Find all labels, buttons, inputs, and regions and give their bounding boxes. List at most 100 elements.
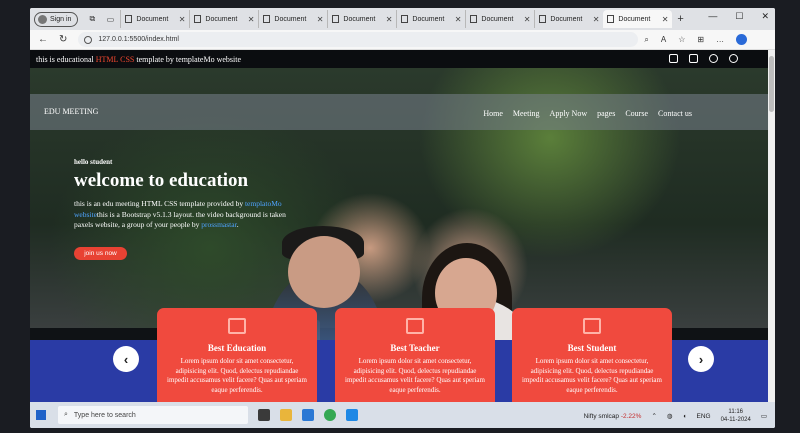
tab-document-active[interactable]: Document ✕ <box>603 10 673 28</box>
carousel-prev-button[interactable]: ‹ <box>113 346 139 372</box>
favorite-icon[interactable]: ☆ <box>678 35 685 44</box>
menu-item-course[interactable]: Course <box>625 109 648 118</box>
whatsapp-icon[interactable] <box>709 54 718 63</box>
hero-section: EDU MEETING Home Meeting Apply Now pages… <box>30 68 768 402</box>
tab-document-7[interactable]: Document ✕ <box>534 10 603 28</box>
stock-widget[interactable]: Nifty smlcap -2.22% <box>584 413 642 420</box>
menu-item-contact[interactable]: Contact us <box>658 109 692 118</box>
tab-document-4[interactable]: Document ✕ <box>327 10 396 28</box>
mail-icon[interactable] <box>302 409 314 421</box>
sign-in-label: Sign in <box>50 15 72 23</box>
menu-item-meeting[interactable]: Meeting <box>513 109 540 118</box>
close-icon[interactable]: ✕ <box>248 15 255 24</box>
site-info-icon[interactable] <box>84 35 93 44</box>
tray-chevron-icon[interactable]: ⌃ <box>651 412 656 420</box>
url-field[interactable]: 127.0.0.1:5500/index.html <box>78 32 639 47</box>
card-best-teacher[interactable]: Best Teacher Lorem ipsum dolor sit amet … <box>335 308 495 402</box>
windows-taskbar: ⌕ Type here to search Nifty smlcap -2.22… <box>30 402 775 428</box>
file-explorer-icon[interactable] <box>280 409 292 421</box>
new-tab-icon[interactable]: + <box>677 13 683 25</box>
card-title: Best Teacher <box>390 343 440 353</box>
vscode-icon[interactable] <box>346 409 358 421</box>
tab-document-5[interactable]: Document ✕ <box>396 10 465 28</box>
collections-icon[interactable]: ⊞ <box>697 35 704 44</box>
notification-icon[interactable]: ▭ <box>761 412 767 420</box>
close-window-icon[interactable]: ✕ <box>761 11 769 22</box>
windows-start-icon[interactable] <box>36 410 46 420</box>
menu-item-apply-now[interactable]: Apply Now <box>550 109 588 118</box>
carousel-next-button[interactable]: › <box>688 346 714 372</box>
prossmastar-link[interactable]: prossmastar <box>201 220 236 229</box>
hero-kicker: hello student <box>74 158 113 166</box>
top-strip: this is educational HTML CSS template by… <box>30 50 768 68</box>
scrollbar-thumb[interactable] <box>769 56 774 112</box>
instagram-icon[interactable] <box>669 54 678 63</box>
language-indicator[interactable]: ENG <box>697 413 711 420</box>
search-icon: ⌕ <box>64 411 68 418</box>
close-icon[interactable]: ✕ <box>662 15 669 24</box>
system-tray: Nifty smlcap -2.22% ⌃ ◍ ◖ ENG 11:16 04-1… <box>584 408 767 424</box>
card-title: Best Education <box>207 343 267 353</box>
document-icon <box>194 15 202 23</box>
hero-title: welcome to education <box>74 170 249 191</box>
hero-photo-boy-face <box>288 236 360 308</box>
card-text: Lorem ipsum dolor sit amet consectetur, … <box>167 357 307 394</box>
network-icon[interactable]: ◍ <box>667 412 673 420</box>
menu-item-pages[interactable]: pages <box>597 109 615 118</box>
zoom-icon[interactable]: ⌕ <box>644 35 648 45</box>
tab-document-2[interactable]: Document ✕ <box>189 10 258 28</box>
tab-document-6[interactable]: Document ✕ <box>465 10 534 28</box>
page-viewport: this is educational HTML CSS template by… <box>30 50 768 402</box>
minimize-icon[interactable]: — <box>708 11 717 22</box>
close-icon[interactable]: ✕ <box>593 15 600 24</box>
page-scrollbar[interactable] <box>768 50 775 402</box>
sign-in-button[interactable]: Sign in <box>34 11 79 27</box>
join-us-button[interactable]: join us now <box>74 247 127 260</box>
taskbar-search[interactable]: ⌕ Type here to search <box>58 406 248 424</box>
workspaces-icon[interactable]: ⧉ <box>84 11 100 27</box>
document-icon <box>470 15 478 23</box>
document-icon <box>607 15 615 23</box>
site-brand[interactable]: EDU MEETING <box>44 107 98 116</box>
back-icon[interactable]: ← <box>38 34 48 45</box>
monitor-screen: Sign in ⧉ ▭ Document ✕ Document ✕ Document… <box>30 8 775 428</box>
close-icon[interactable]: ✕ <box>386 15 393 24</box>
social-links <box>669 54 738 63</box>
refresh-icon[interactable]: ↻ <box>59 34 67 45</box>
building-icon <box>406 318 424 334</box>
card-best-education[interactable]: Best Education Lorem ipsum dolor sit ame… <box>157 308 317 402</box>
card-best-student[interactable]: Best Student Lorem ipsum dolor sit amet … <box>512 308 672 402</box>
read-aloud-icon[interactable]: A <box>661 35 666 44</box>
tab-actions-icon[interactable]: ▭ <box>102 11 118 27</box>
tab-document-1[interactable]: Document ✕ <box>120 10 189 28</box>
document-icon <box>539 15 547 23</box>
menu-item-home[interactable]: Home <box>483 109 503 118</box>
task-view-icon[interactable] <box>258 409 270 421</box>
taskbar-clock[interactable]: 11:16 04-11-2024 <box>721 408 751 424</box>
linkedin-icon[interactable] <box>689 54 698 63</box>
close-icon[interactable]: ✕ <box>524 15 531 24</box>
building-icon <box>228 318 246 334</box>
volume-icon[interactable]: ◖ <box>683 413 687 420</box>
close-icon[interactable]: ✕ <box>179 15 186 24</box>
chrome-icon[interactable] <box>324 409 336 421</box>
hero-description: this is an edu meeting HTML CSS template… <box>74 199 286 229</box>
document-icon <box>263 15 271 23</box>
building-icon <box>583 318 601 334</box>
taskbar-apps <box>258 409 358 421</box>
more-icon[interactable]: … <box>716 35 724 44</box>
top-strip-text: this is educational HTML CSS template by… <box>36 54 242 64</box>
maximize-icon[interactable]: ☐ <box>735 11 743 22</box>
document-icon <box>125 15 133 23</box>
tab-document-3[interactable]: Document ✕ <box>258 10 327 28</box>
close-icon[interactable]: ✕ <box>455 15 462 24</box>
document-icon <box>401 15 409 23</box>
taskbar-search-placeholder: Type here to search <box>73 411 136 419</box>
address-bar-actions: ⌕ A ☆ ⊞ … <box>644 34 748 45</box>
copilot-icon[interactable] <box>736 34 748 45</box>
github-icon[interactable] <box>729 54 738 63</box>
address-bar-row: ← ↻ 127.0.0.1:5500/index.html ⌕ A ☆ ⊞ … <box>30 30 775 50</box>
close-icon[interactable]: ✕ <box>317 15 324 24</box>
card-text: Lorem ipsum dolor sit amet consectetur, … <box>522 357 662 394</box>
document-icon <box>332 15 340 23</box>
